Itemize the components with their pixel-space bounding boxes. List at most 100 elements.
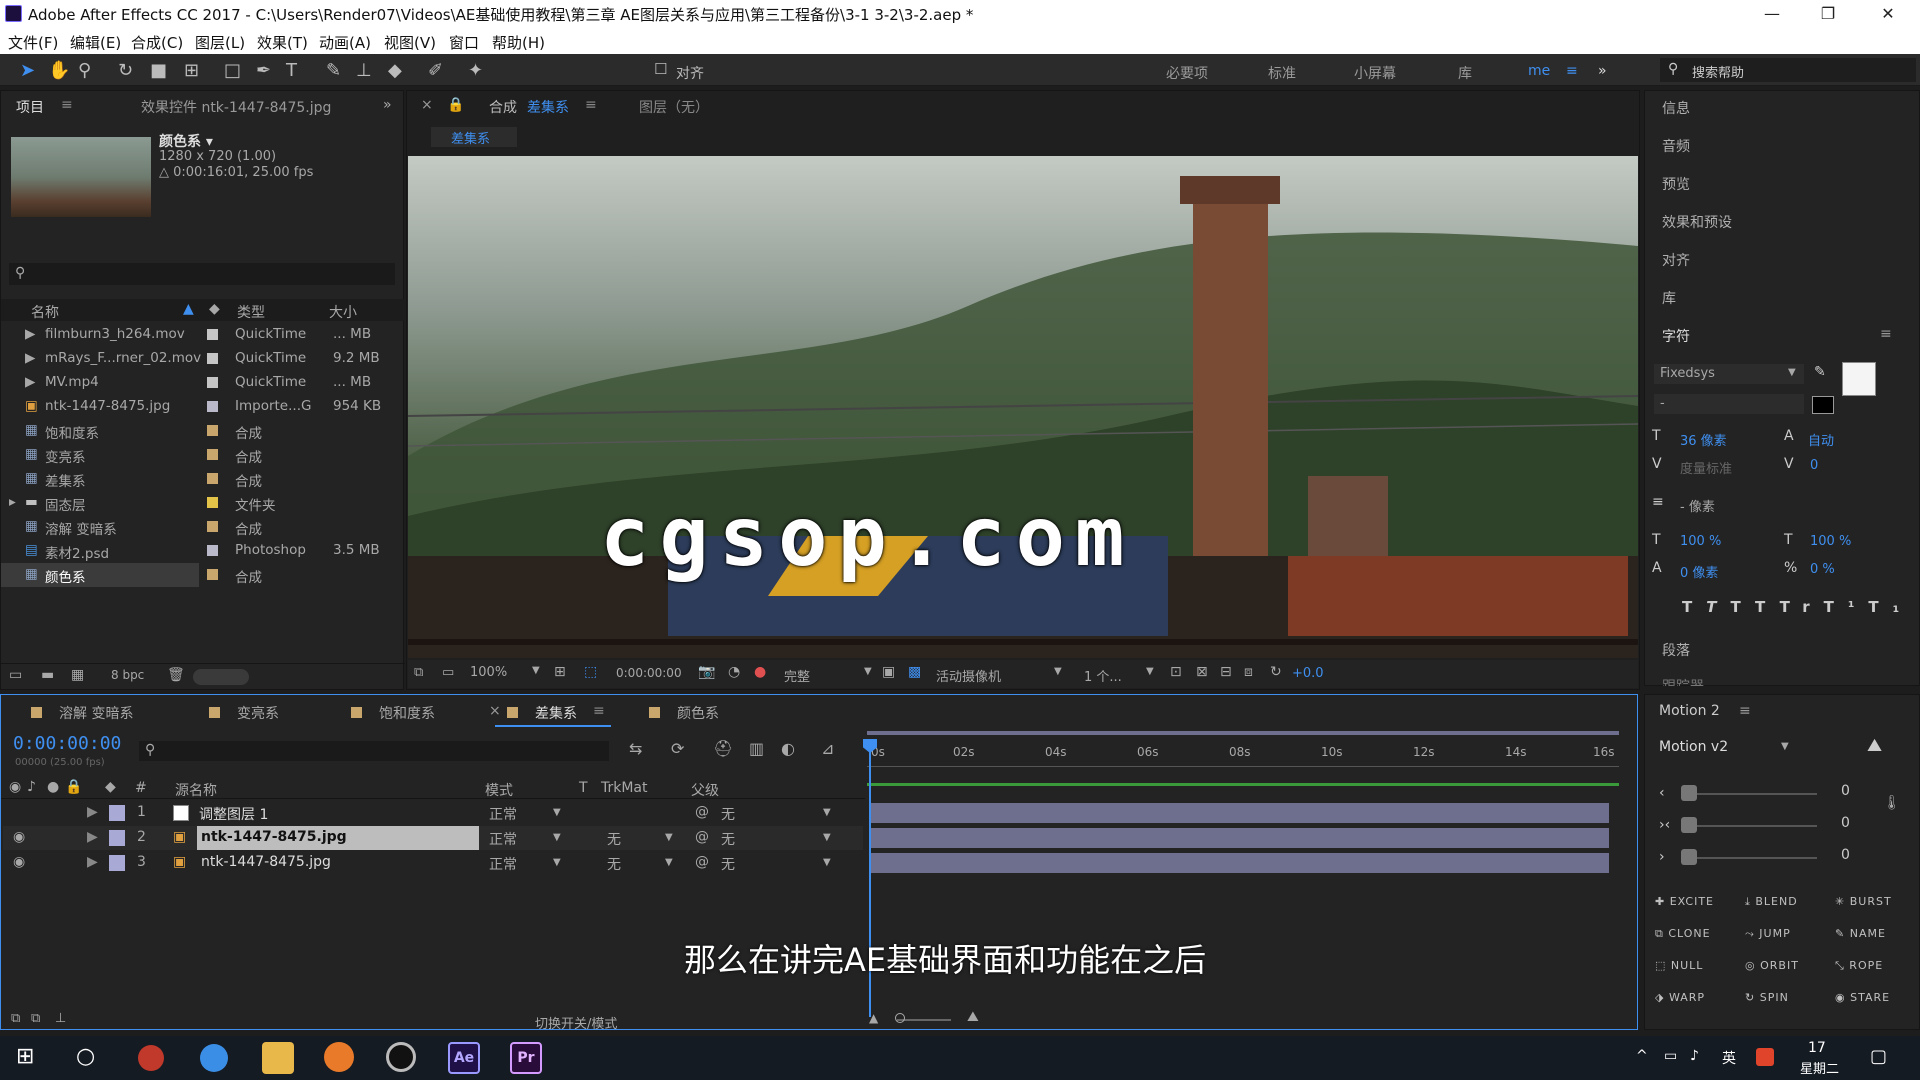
lock-icon[interactable]: 🔒 <box>447 97 464 113</box>
monitor-icon[interactable]: ▭ <box>442 665 454 680</box>
menu-composition[interactable]: 合成(C) <box>131 32 183 53</box>
zoom-dropdown[interactable]: 100% <box>470 665 507 680</box>
network-icon[interactable]: ▭ <box>1664 1048 1677 1064</box>
pick-whip-icon[interactable]: @ <box>695 854 709 870</box>
rotate-tool-icon[interactable]: ↻ <box>118 60 133 81</box>
menu-layer[interactable]: 图层(L) <box>195 32 245 53</box>
column-source-name[interactable]: 源名称 <box>175 780 217 800</box>
region-of-interest-icon[interactable]: ▣ <box>882 664 895 680</box>
fill-color-swatch[interactable] <box>1842 362 1876 396</box>
timeline-current-time[interactable]: 0:00:00:00 <box>13 733 121 754</box>
cortana-search-icon[interactable]: ○ <box>76 1044 95 1069</box>
reset-exposure-icon[interactable]: ↻ <box>1270 664 1282 680</box>
stare-button[interactable]: ◉ STARE <box>1835 991 1890 1004</box>
restore-button[interactable]: ❐ <box>1800 0 1856 28</box>
camera-view-dropdown[interactable]: 活动摄像机 <box>936 666 1001 685</box>
rectangle-tool-icon[interactable]: □ <box>224 60 241 81</box>
layer-row[interactable]: ◉ ▶ 3 ▣ ntk-1447-8475.jpg 正常 ▼ 无 ▼ @ 无 ▼ <box>3 851 863 875</box>
panel-audio[interactable]: 音频 <box>1662 136 1690 156</box>
baseline-shift-value[interactable]: 0 像素 <box>1680 562 1718 581</box>
layer-mode-dropdown[interactable]: 正常 <box>489 829 517 849</box>
workspace-menu-icon[interactable]: ≡ <box>1566 63 1578 79</box>
ease-both-value[interactable]: 0 <box>1841 815 1850 831</box>
motion-menu-icon[interactable]: ≡ <box>1739 703 1751 719</box>
always-preview-icon[interactable]: ⧉ <box>414 665 423 680</box>
text-style-buttons[interactable]: TTTTTrT¹T₁ <box>1682 598 1902 618</box>
layer-parent-dropdown[interactable]: 无 <box>721 804 735 824</box>
layer-name[interactable]: 调整图层 1 <box>199 804 268 824</box>
comp-mini-flowchart-icon[interactable]: ⇆ <box>629 739 642 758</box>
timeline-menu-icon[interactable]: ≡ <box>593 703 605 719</box>
timeline-zoom-slider[interactable] <box>897 1019 951 1021</box>
motion-panel-title[interactable]: Motion 2 <box>1659 703 1720 719</box>
project-item-selected[interactable]: ▦ 颜色系 <box>1 563 199 587</box>
menu-animation[interactable]: 动画(A) <box>319 32 371 53</box>
in-out-controls-icon[interactable]: ⊥ <box>55 1011 66 1026</box>
sort-ascending-icon[interactable]: ▲ <box>183 301 194 317</box>
roto-brush-tool-icon[interactable]: ✐ <box>428 60 443 81</box>
project-item[interactable]: ▶ MV.mp4 QuickTime... MB <box>1 371 401 395</box>
ease-both-slider[interactable] <box>1687 825 1817 827</box>
column-type[interactable]: 类型 <box>237 302 265 322</box>
project-search-input[interactable]: ⚲ <box>9 263 395 285</box>
premiere-taskbar-icon[interactable]: Pr <box>510 1042 542 1074</box>
project-item[interactable]: ▶ filmburn3_h264.mov QuickTime... MB <box>1 323 401 347</box>
tab-layer-viewer[interactable]: 图层（无） <box>639 97 709 117</box>
column-trkmat[interactable]: TrkMat <box>601 780 648 796</box>
transfer-controls-icon[interactable]: ⧉ <box>31 1011 40 1026</box>
panel-info[interactable]: 信息 <box>1662 98 1690 118</box>
comp-tab-prefix[interactable]: 合成 <box>489 97 517 117</box>
ease-both-slider-thumb[interactable] <box>1681 817 1697 833</box>
timeline-search-input[interactable]: ⚲ <box>139 741 609 761</box>
bit-depth[interactable]: 8 bpc <box>111 668 144 682</box>
rope-button[interactable]: ⤡ ROPE <box>1835 959 1883 973</box>
workspace-standard[interactable]: 标准 <box>1268 63 1296 83</box>
layer-duration-bar[interactable] <box>871 803 1609 823</box>
thumbnail-slider[interactable] <box>193 669 249 685</box>
warp-button[interactable]: ⬗ WARP <box>1655 991 1705 1004</box>
work-area-bar[interactable] <box>867 731 1619 735</box>
stroke-width-value[interactable]: - 像素 <box>1680 496 1715 515</box>
transparency-grid-icon[interactable]: ▩ <box>908 664 921 680</box>
after-effects-taskbar-icon[interactable]: Ae <box>448 1042 480 1074</box>
trkmat-dropdown[interactable]: 无 <box>607 829 621 849</box>
hand-tool-icon[interactable]: ✋ <box>48 60 70 81</box>
sogou-ime-icon[interactable] <box>1756 1048 1774 1066</box>
layer-row-selected[interactable]: ◉ ▶ 2 ▣ ntk-1447-8475.jpg 正常 ▼ 无 ▼ @ 无 ▼ <box>3 826 863 850</box>
flowchart-icon[interactable]: ⧈ <box>1244 664 1253 680</box>
clock-date[interactable]: 星期二 <box>1800 1058 1839 1077</box>
panel-paragraph[interactable]: 段落 <box>1662 640 1690 660</box>
help-search[interactable]: ⚲ 搜索帮助 <box>1660 58 1916 82</box>
menu-edit[interactable]: 编辑(E) <box>70 32 121 53</box>
pick-whip-icon[interactable]: @ <box>695 829 709 845</box>
menu-help[interactable]: 帮助(H) <box>492 32 545 53</box>
ease-out-slider[interactable] <box>1687 857 1817 859</box>
layer-duration-bar[interactable] <box>871 828 1609 848</box>
minimize-button[interactable]: — <box>1744 0 1800 28</box>
timeline-icon[interactable]: ⊟ <box>1220 664 1232 680</box>
column-mode[interactable]: 模式 <box>485 780 513 800</box>
clock-time[interactable]: 17 <box>1808 1040 1826 1056</box>
project-menu-icon[interactable]: ≡ <box>61 97 73 113</box>
column-name[interactable]: 名称 <box>31 302 59 322</box>
column-size[interactable]: 大小 <box>329 302 357 322</box>
project-item[interactable]: ▤ 素材2.psd Photoshop 3.5 MB <box>1 539 401 563</box>
solo-toggle-icon[interactable]: ● <box>47 779 59 795</box>
preview-comp-name[interactable]: 颜色系 ▾ <box>159 131 213 151</box>
more-workspaces-icon[interactable]: » <box>1598 63 1607 79</box>
timeline-tab-dissolve-darken[interactable]: 溶解 变暗系 <box>31 703 133 723</box>
workspace-small-screen[interactable]: 小屏幕 <box>1354 63 1396 83</box>
panel-overflow-icon[interactable]: » <box>383 97 392 113</box>
type-tool-icon[interactable]: T <box>286 60 297 81</box>
panel-character[interactable]: 字符 <box>1662 326 1690 346</box>
leading-value[interactable]: 自动 <box>1808 430 1834 449</box>
notification-icon[interactable]: ▢ <box>1870 1046 1887 1067</box>
visibility-eye-icon[interactable]: ◉ <box>13 854 25 870</box>
project-item[interactable]: ▦ 饱和度系 合成 <box>1 419 401 443</box>
qq-app-icon[interactable] <box>138 1045 164 1071</box>
panel-effects-presets[interactable]: 效果和预设 <box>1662 212 1732 232</box>
panel-preview[interactable]: 预览 <box>1662 174 1690 194</box>
close-timeline-tab-icon[interactable]: × <box>489 703 501 719</box>
project-item[interactable]: ▶ mRays_F...rner_02.mov QuickTime 9.2 MB <box>1 347 401 371</box>
excite-button[interactable]: ✚ EXCITE <box>1655 895 1714 908</box>
